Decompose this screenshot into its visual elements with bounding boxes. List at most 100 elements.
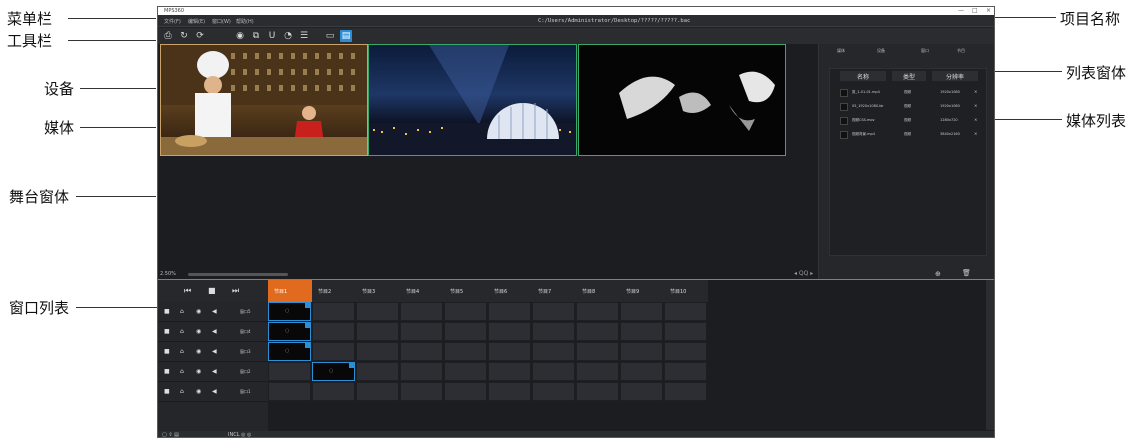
tab-media[interactable]: 媒体 bbox=[837, 48, 845, 54]
column-name[interactable]: 名称 bbox=[840, 71, 886, 81]
lock-icon[interactable]: ⌂ bbox=[180, 308, 184, 315]
menu-window[interactable]: 窗口(W) bbox=[212, 18, 231, 25]
redo-icon[interactable]: ↻ bbox=[178, 30, 190, 42]
menu-help[interactable]: 帮助(H) bbox=[236, 18, 254, 25]
media-row[interactable]: 视频CSS.mov 视频 1280x720 × bbox=[840, 115, 980, 127]
grid-cell[interactable] bbox=[400, 362, 443, 381]
grid-cell[interactable] bbox=[576, 302, 619, 321]
grid-cell[interactable] bbox=[268, 362, 311, 381]
visibility-icon[interactable]: ■ bbox=[164, 308, 170, 315]
grid-cell[interactable] bbox=[576, 382, 619, 401]
grid-cell[interactable] bbox=[488, 302, 531, 321]
grid-cell[interactable] bbox=[400, 322, 443, 341]
media-row[interactable]: 05_1920x1080.bk 视频 1920x1080 × bbox=[840, 101, 980, 113]
minimize-button[interactable]: — bbox=[958, 7, 964, 15]
grid-cell[interactable] bbox=[400, 382, 443, 401]
eye-icon[interactable]: ◉ bbox=[196, 388, 201, 395]
visibility-icon[interactable]: ■ bbox=[164, 368, 170, 375]
grid-cell[interactable] bbox=[532, 322, 575, 341]
stage-window[interactable]: 2.50% ◂ QQ ▸ bbox=[158, 44, 818, 279]
close-icon[interactable]: × bbox=[974, 103, 977, 108]
audio-icon[interactable]: ◀ bbox=[212, 328, 217, 335]
grid-cell[interactable] bbox=[444, 322, 487, 341]
grid-cell[interactable] bbox=[312, 322, 355, 341]
audio-icon[interactable]: ◀ bbox=[212, 388, 217, 395]
tab-device[interactable]: 设备 bbox=[877, 48, 885, 54]
program-tab[interactable]: 节目4 bbox=[400, 280, 444, 302]
program-tab[interactable]: 节目3 bbox=[356, 280, 400, 302]
grid-cell[interactable] bbox=[356, 342, 399, 361]
grid-icon[interactable]: ▤ bbox=[340, 30, 352, 42]
screen-3[interactable] bbox=[578, 44, 786, 156]
grid-cell[interactable] bbox=[620, 382, 663, 401]
lock-icon[interactable]: ⌂ bbox=[180, 328, 184, 335]
layers-icon[interactable]: ⧉ bbox=[250, 30, 262, 42]
grid-cell[interactable] bbox=[356, 382, 399, 401]
grid-cell[interactable]: ◌ bbox=[268, 342, 311, 361]
grid-cell[interactable] bbox=[444, 362, 487, 381]
program-tab[interactable]: 节目5 bbox=[444, 280, 488, 302]
program-tab[interactable]: 节目10 bbox=[664, 280, 708, 302]
media-row[interactable]: 视频背景.mp4 视频 3840x2160 × bbox=[840, 129, 980, 141]
magnet-icon[interactable]: U bbox=[266, 30, 278, 42]
program-tab[interactable]: 节目8 bbox=[576, 280, 620, 302]
grid-cell[interactable] bbox=[356, 362, 399, 381]
stage-zoom-control[interactable]: ◂ QQ ▸ bbox=[794, 270, 813, 277]
lock-icon[interactable]: ⌂ bbox=[180, 348, 184, 355]
grid-cell[interactable] bbox=[620, 322, 663, 341]
add-media-icon[interactable]: ⊕ bbox=[935, 270, 941, 278]
eye-icon[interactable]: ◉ bbox=[196, 328, 201, 335]
close-icon[interactable]: × bbox=[974, 131, 977, 136]
eye-icon[interactable]: ◉ bbox=[196, 308, 201, 315]
lock-icon[interactable]: ⌂ bbox=[180, 388, 184, 395]
grid-cell[interactable] bbox=[444, 302, 487, 321]
grid-cell[interactable]: ◌ bbox=[268, 302, 311, 321]
visibility-icon[interactable]: ■ bbox=[164, 388, 170, 395]
menu-file[interactable]: 文件(F) bbox=[164, 18, 181, 25]
grid-cell[interactable] bbox=[664, 322, 707, 341]
program-tab[interactable]: 节目6 bbox=[488, 280, 532, 302]
grid-cell[interactable] bbox=[532, 342, 575, 361]
shape-icon[interactable]: ◔ bbox=[282, 30, 294, 42]
lock-icon[interactable]: ⌂ bbox=[180, 368, 184, 375]
grid-cell[interactable] bbox=[488, 322, 531, 341]
grid-cell[interactable] bbox=[532, 382, 575, 401]
grid-cell[interactable] bbox=[312, 382, 355, 401]
window-row[interactable]: ■ ⌂ ◉ ◀ 窗口2 bbox=[158, 362, 268, 382]
status-left-icons[interactable]: ▢ ⇪ ▤ bbox=[162, 432, 179, 437]
grid-cell[interactable] bbox=[576, 362, 619, 381]
column-type[interactable]: 类型 bbox=[892, 71, 926, 81]
close-button[interactable]: × bbox=[986, 7, 991, 15]
grid-cell[interactable] bbox=[620, 302, 663, 321]
program-tab[interactable]: 节目9 bbox=[620, 280, 664, 302]
camera-icon[interactable]: ⎙ bbox=[162, 30, 174, 42]
grid-cell[interactable] bbox=[444, 382, 487, 401]
program-tab[interactable]: 节目7 bbox=[532, 280, 576, 302]
audio-icon[interactable]: ◀ bbox=[212, 348, 217, 355]
grid-cell[interactable] bbox=[400, 302, 443, 321]
grid-cell[interactable] bbox=[664, 342, 707, 361]
menu-edit[interactable]: 编辑(E) bbox=[188, 18, 205, 25]
grid-cell[interactable] bbox=[576, 322, 619, 341]
close-icon[interactable]: × bbox=[974, 89, 977, 94]
grid-cell[interactable] bbox=[356, 322, 399, 341]
eye-icon[interactable]: ◉ bbox=[196, 368, 201, 375]
program-tab[interactable]: 节目1 bbox=[268, 280, 312, 302]
grid-cell[interactable] bbox=[488, 382, 531, 401]
grid-cell[interactable] bbox=[268, 382, 311, 401]
previous-icon[interactable]: ⏮ bbox=[184, 286, 191, 296]
audio-icon[interactable]: ◀ bbox=[212, 308, 217, 315]
eye-icon[interactable]: ◉ bbox=[196, 348, 201, 355]
sync-icon[interactable]: ⟳ bbox=[194, 30, 206, 42]
window-row[interactable]: ■ ⌂ ◉ ◀ 窗口3 bbox=[158, 342, 268, 362]
grid-cell[interactable] bbox=[488, 342, 531, 361]
grid-cell[interactable] bbox=[532, 302, 575, 321]
audio-icon[interactable]: ◀ bbox=[212, 368, 217, 375]
visibility-icon[interactable]: ■ bbox=[164, 328, 170, 335]
monitor-icon[interactable]: ▭ bbox=[324, 30, 336, 42]
grid-cell[interactable] bbox=[356, 302, 399, 321]
tab-window[interactable]: 窗口 bbox=[921, 48, 929, 54]
grid-cell[interactable] bbox=[488, 362, 531, 381]
grid-cell[interactable] bbox=[620, 342, 663, 361]
list-icon[interactable]: ☰ bbox=[298, 30, 310, 42]
